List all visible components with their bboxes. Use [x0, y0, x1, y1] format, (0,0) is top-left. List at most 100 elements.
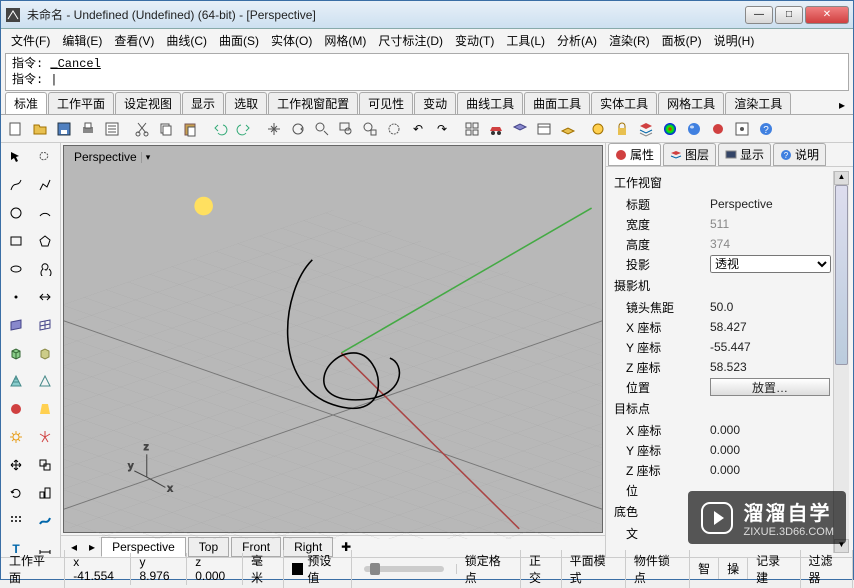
move-icon[interactable] — [3, 453, 29, 477]
car-icon[interactable] — [485, 118, 507, 140]
prop-projection-select[interactable]: 透视 — [710, 255, 831, 273]
ellipse-icon[interactable] — [3, 257, 29, 281]
point-icon[interactable] — [3, 285, 29, 309]
menu-curve[interactable]: 曲线(C) — [160, 30, 213, 51]
undo-view-icon[interactable]: ↶ — [407, 118, 429, 140]
set-cplane-icon[interactable] — [557, 118, 579, 140]
solid-edit-icon[interactable] — [32, 341, 58, 365]
viewport-menu-icon[interactable]: ▾ — [141, 152, 151, 163]
surface-icon[interactable] — [3, 313, 29, 337]
pan-icon[interactable] — [263, 118, 285, 140]
panel-tab-display[interactable]: 显示 — [718, 143, 771, 166]
prop-camy-value[interactable]: -55.447 — [710, 340, 831, 354]
curve-tools-icon[interactable] — [32, 285, 58, 309]
menu-mesh[interactable]: 网格(M) — [318, 30, 372, 51]
menu-solid[interactable]: 实体(O) — [265, 30, 318, 51]
new-icon[interactable] — [5, 118, 27, 140]
menu-analyze[interactable]: 分析(A) — [551, 30, 603, 51]
status-cplane[interactable]: 工作平面 — [1, 550, 65, 588]
polygon-icon[interactable] — [32, 229, 58, 253]
solid-box-icon[interactable] — [3, 341, 29, 365]
hide-icon[interactable] — [587, 118, 609, 140]
explode-icon[interactable] — [32, 425, 58, 449]
viewport-perspective[interactable]: z x y Perspective ▾ — [63, 145, 603, 533]
tab-solid-tools[interactable]: 实体工具 — [591, 92, 657, 114]
mesh-icon[interactable] — [3, 369, 29, 393]
tab-mesh-tools[interactable]: 网格工具 — [658, 92, 724, 114]
surface-edit-icon[interactable] — [32, 313, 58, 337]
copy-icon[interactable] — [155, 118, 177, 140]
status-smarttrack[interactable]: 智 — [690, 558, 719, 579]
prop-title-value[interactable]: Perspective — [710, 197, 831, 211]
lasso-icon[interactable] — [32, 145, 58, 169]
prop-tary-value[interactable]: 0.000 — [710, 443, 831, 457]
prop-tarx-value[interactable]: 0.000 — [710, 423, 831, 437]
spiral-icon[interactable] — [32, 257, 58, 281]
place-camera-button[interactable]: 放置… — [710, 378, 830, 396]
tab-overflow-icon[interactable]: ▸ — [835, 96, 849, 114]
rectangle-icon[interactable] — [3, 229, 29, 253]
tab-setview[interactable]: 设定视图 — [115, 92, 181, 114]
cut-icon[interactable] — [131, 118, 153, 140]
menu-tools[interactable]: 工具(L) — [500, 30, 551, 51]
panel-tab-layers[interactable]: 图层 — [663, 143, 716, 166]
tab-standard[interactable]: 标准 — [5, 92, 47, 114]
status-gumball[interactable]: 操 — [719, 558, 748, 579]
mesh-edit-icon[interactable] — [32, 369, 58, 393]
status-slider[interactable] — [352, 564, 457, 574]
layers-icon[interactable] — [635, 118, 657, 140]
zoom-selected-icon[interactable] — [383, 118, 405, 140]
save-icon[interactable] — [53, 118, 75, 140]
tab-curve-tools[interactable]: 曲线工具 — [457, 92, 523, 114]
options-icon[interactable] — [731, 118, 753, 140]
four-viewport-icon[interactable] — [461, 118, 483, 140]
tab-render-tools[interactable]: 渲染工具 — [725, 92, 791, 114]
menu-view[interactable]: 查看(V) — [108, 30, 160, 51]
menu-file[interactable]: 文件(F) — [5, 30, 56, 51]
command-area[interactable]: 指令: _Cancel 指令: | — [5, 53, 849, 91]
rotate2d-icon[interactable] — [3, 481, 29, 505]
undo-icon[interactable] — [209, 118, 231, 140]
close-button[interactable]: ✕ — [805, 6, 849, 24]
render-icon[interactable] — [683, 118, 705, 140]
status-layer[interactable]: 预设值 — [284, 550, 352, 588]
prop-focal-value[interactable]: 50.0 — [710, 300, 831, 314]
status-filter[interactable]: 过滤器 — [801, 550, 853, 588]
scroll-thumb[interactable] — [835, 185, 848, 365]
status-planar[interactable]: 平面模式 — [562, 550, 626, 588]
cplanes-icon[interactable] — [509, 118, 531, 140]
menu-help[interactable]: 说明(H) — [708, 30, 761, 51]
panel-tab-help[interactable]: ?说明 — [773, 143, 826, 166]
flow-icon[interactable] — [32, 509, 58, 533]
prop-camz-value[interactable]: 58.523 — [710, 360, 831, 374]
status-osnap[interactable]: 物件锁点 — [626, 550, 690, 588]
arc-icon[interactable] — [32, 201, 58, 225]
rotate-icon[interactable] — [287, 118, 309, 140]
panel-tab-properties[interactable]: 属性 — [608, 143, 661, 166]
lock-icon[interactable] — [611, 118, 633, 140]
zoom-dynamic-icon[interactable] — [311, 118, 333, 140]
viewport-tab-next-icon[interactable]: ▸ — [83, 540, 101, 554]
object-properties-icon[interactable] — [659, 118, 681, 140]
help-icon[interactable]: ? — [755, 118, 777, 140]
tab-cplane[interactable]: 工作平面 — [48, 92, 114, 114]
scroll-up-icon[interactable]: ▲ — [834, 171, 849, 185]
tab-surface-tools[interactable]: 曲面工具 — [524, 92, 590, 114]
pointer-icon[interactable] — [3, 145, 29, 169]
prop-camx-value[interactable]: 58.427 — [710, 320, 831, 334]
properties-icon[interactable] — [101, 118, 123, 140]
maximize-button[interactable]: □ — [775, 6, 803, 24]
menu-transform[interactable]: 变动(T) — [449, 30, 500, 51]
print-icon[interactable] — [77, 118, 99, 140]
array-icon[interactable] — [3, 509, 29, 533]
spotlight-icon[interactable] — [32, 397, 58, 421]
render-icon2[interactable] — [3, 397, 29, 421]
scale-icon[interactable] — [32, 481, 58, 505]
tab-viewport-layout[interactable]: 工作视窗配置 — [268, 92, 358, 114]
minimize-button[interactable]: — — [745, 6, 773, 24]
tab-display[interactable]: 显示 — [182, 92, 224, 114]
viewport-tab-prev-icon[interactable]: ◂ — [65, 540, 83, 554]
zoom-extents-icon[interactable] — [359, 118, 381, 140]
menu-surface[interactable]: 曲面(S) — [213, 30, 265, 51]
select-color-icon[interactable] — [707, 118, 729, 140]
